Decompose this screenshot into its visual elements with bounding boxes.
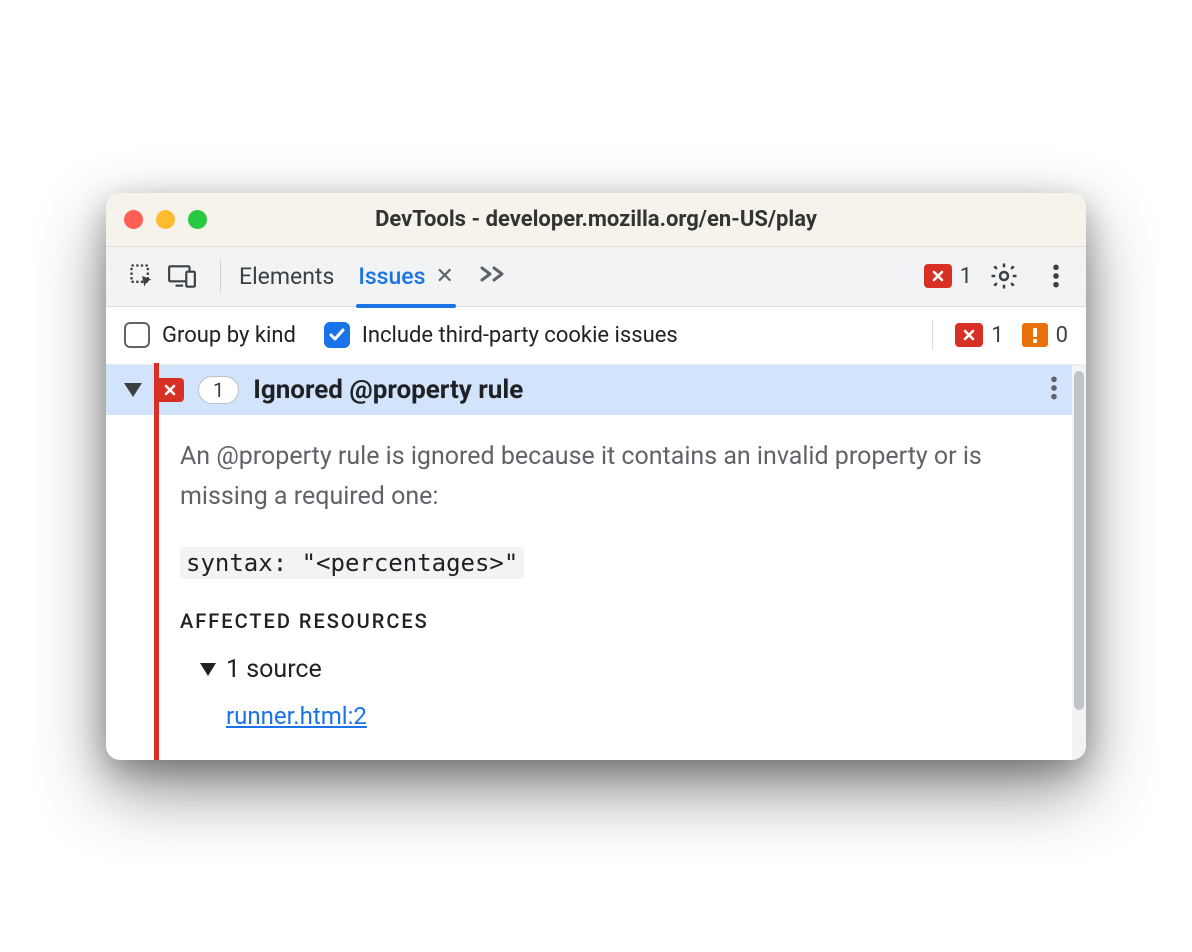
issue-menu-icon[interactable] xyxy=(1050,375,1058,405)
device-toolbar-icon[interactable] xyxy=(162,256,202,296)
tab-issues[interactable]: Issues ✕ xyxy=(358,249,454,304)
group-by-kind-checkbox[interactable] xyxy=(124,322,150,348)
include-third-party-checkbox[interactable] xyxy=(324,322,350,348)
warnings-count-value: 0 xyxy=(1056,323,1068,348)
group-by-kind-label: Group by kind xyxy=(162,323,296,348)
count-divider xyxy=(932,320,933,350)
scrollbar-thumb[interactable] xyxy=(1074,371,1084,710)
window-title: DevTools - developer.mozilla.org/en-US/p… xyxy=(106,207,1086,232)
severity-line xyxy=(154,363,159,760)
include-third-party-label: Include third-party cookie issues xyxy=(362,323,678,348)
source-count-label: 1 source xyxy=(226,655,322,684)
inspect-element-icon[interactable] xyxy=(122,256,162,296)
issue-code: syntax: "<percentages>" xyxy=(180,547,524,579)
error-count-badge[interactable]: 1 xyxy=(924,264,972,289)
tab-elements[interactable]: Elements xyxy=(239,249,334,304)
affected-resources-label: AFFECTED RESOURCES xyxy=(180,609,1042,633)
errors-count-value: 1 xyxy=(991,323,1003,348)
tab-issues-label: Issues xyxy=(358,263,425,290)
maximize-window-button[interactable] xyxy=(188,210,207,229)
error-icon xyxy=(955,323,983,347)
warning-icon xyxy=(1022,323,1048,347)
settings-icon[interactable] xyxy=(984,256,1024,296)
error-icon xyxy=(156,378,184,402)
warnings-count[interactable]: 0 xyxy=(1022,323,1068,348)
minimize-window-button[interactable] xyxy=(156,210,175,229)
issue-body: An @property rule is ignored because it … xyxy=(106,415,1072,760)
close-window-button[interactable] xyxy=(124,210,143,229)
toolbar-right: 1 xyxy=(924,256,1076,296)
error-icon xyxy=(924,264,952,288)
issue-title: Ignored @property rule xyxy=(253,375,523,405)
error-count-value: 1 xyxy=(960,264,972,289)
expand-triangle-icon xyxy=(200,663,216,676)
tab-elements-label: Elements xyxy=(239,263,334,290)
expand-triangle-icon[interactable] xyxy=(124,383,142,397)
issues-filter-bar: Group by kind Include third-party cookie… xyxy=(106,307,1086,365)
devtools-toolbar: Elements Issues ✕ 1 xyxy=(106,247,1086,307)
errors-count[interactable]: 1 xyxy=(955,323,1003,348)
toolbar-divider xyxy=(220,260,221,292)
close-tab-icon[interactable]: ✕ xyxy=(435,264,453,289)
issue-count-pill: 1 xyxy=(198,376,239,404)
devtools-tabs: Elements Issues ✕ xyxy=(239,249,924,304)
title-bar: DevTools - developer.mozilla.org/en-US/p… xyxy=(106,193,1086,247)
issue-counts: 1 0 xyxy=(932,320,1068,350)
scrollbar[interactable] xyxy=(1072,365,1086,760)
more-tabs-icon[interactable] xyxy=(478,262,510,290)
more-options-icon[interactable] xyxy=(1036,256,1076,296)
traffic-lights xyxy=(124,210,207,229)
issues-content: 1 Ignored @property rule An @property ru… xyxy=(106,365,1086,760)
source-expander[interactable]: 1 source xyxy=(200,655,1042,684)
devtools-window: DevTools - developer.mozilla.org/en-US/p… xyxy=(106,193,1086,760)
source-link[interactable]: runner.html:2 xyxy=(226,702,367,730)
issues-panel: 1 Ignored @property rule An @property ru… xyxy=(106,365,1072,760)
issue-header[interactable]: 1 Ignored @property rule xyxy=(106,365,1072,415)
issue-description: An @property rule is ignored because it … xyxy=(180,437,1042,517)
